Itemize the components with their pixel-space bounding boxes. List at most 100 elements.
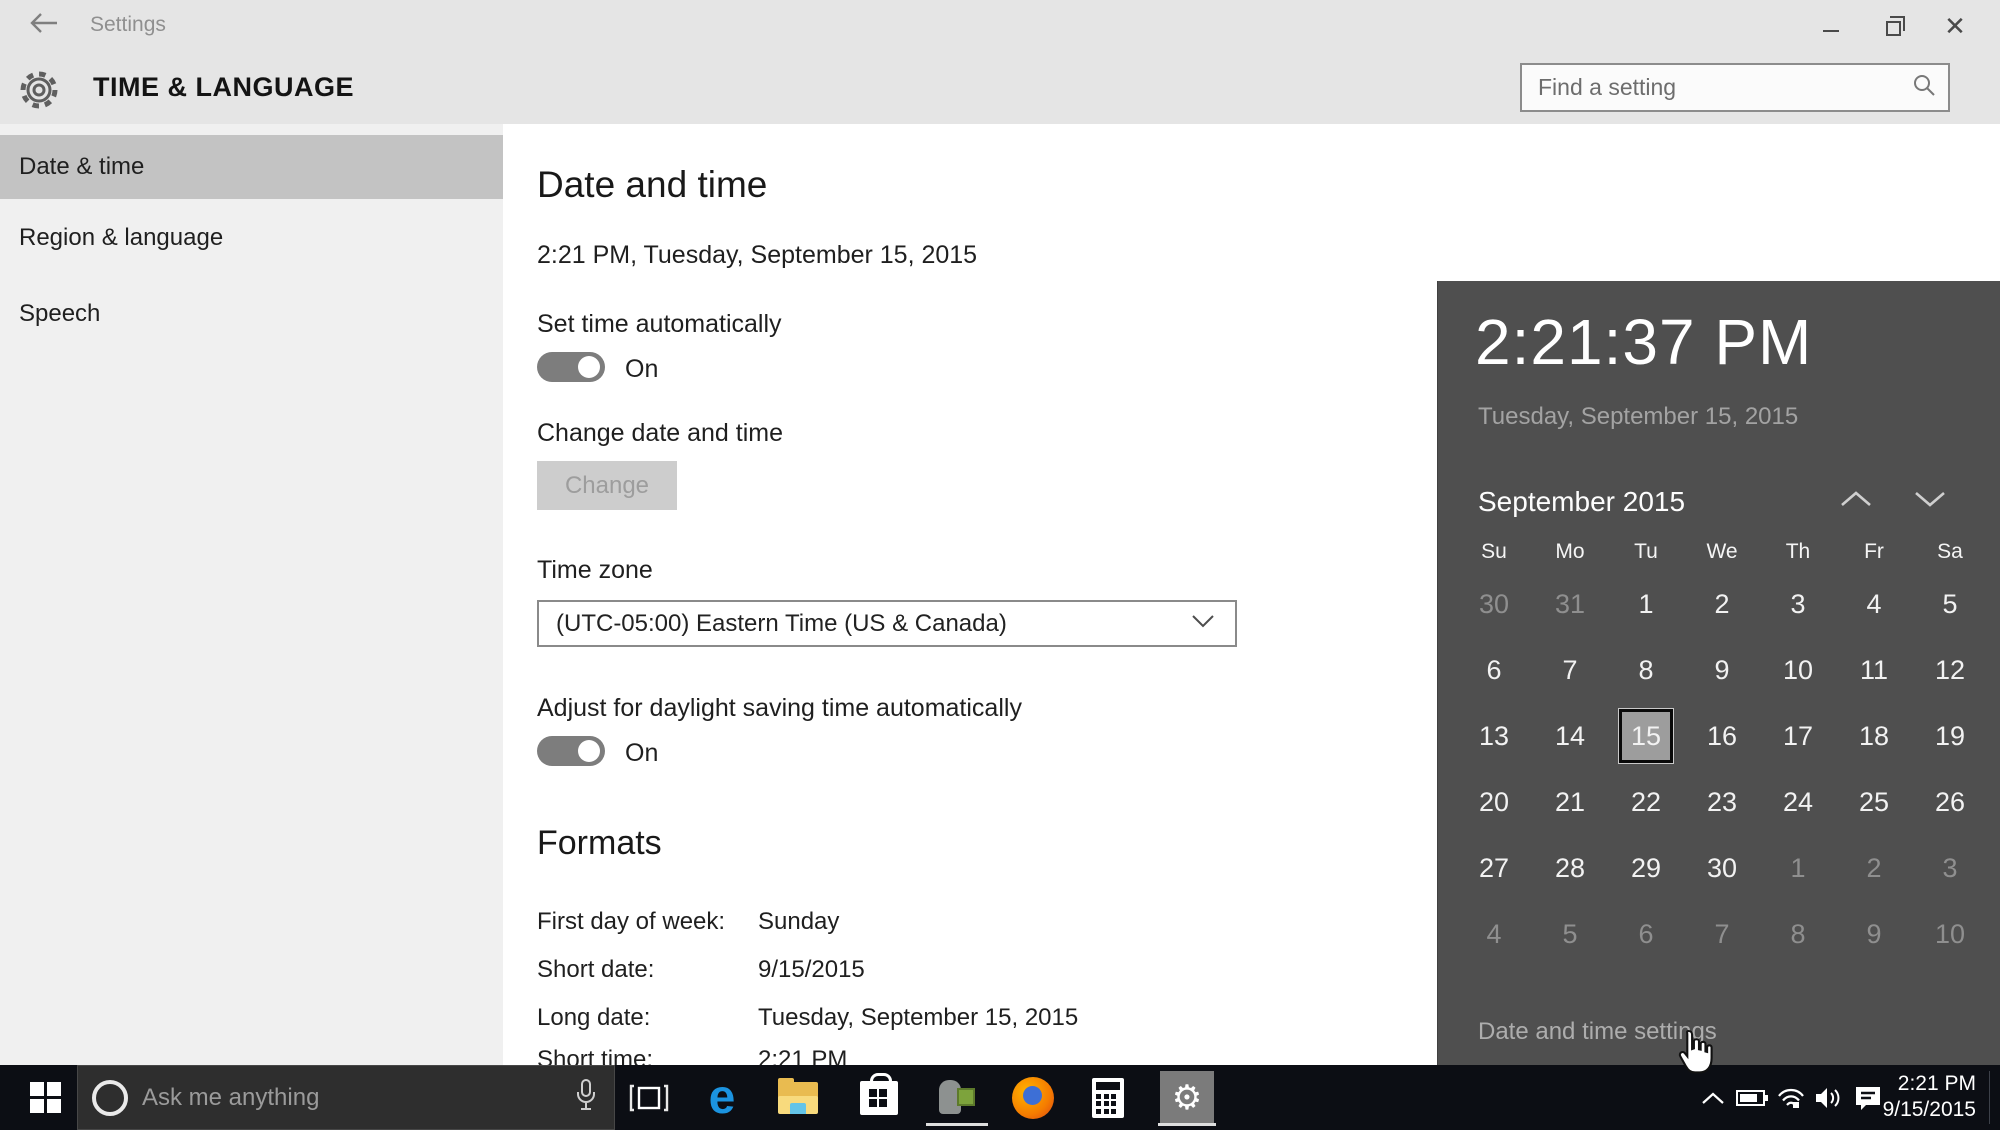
store-icon bbox=[860, 1072, 898, 1115]
start-button[interactable] bbox=[14, 1065, 76, 1130]
calendar-day[interactable]: 25 bbox=[1836, 769, 1912, 835]
calendar-day[interactable]: 7 bbox=[1532, 637, 1608, 703]
settings-taskbar-button[interactable]: ⚙ bbox=[1160, 1071, 1214, 1124]
calendar-day[interactable]: 6 bbox=[1456, 637, 1532, 703]
toggle-knob bbox=[578, 356, 600, 378]
firefox-taskbar-button[interactable] bbox=[1003, 1065, 1063, 1130]
calendar-day[interactable]: 31 bbox=[1532, 571, 1608, 637]
calendar-day[interactable]: 18 bbox=[1836, 703, 1912, 769]
dst-label: Adjust for daylight saving time automati… bbox=[537, 694, 1022, 722]
page-title: TIME & LANGUAGE bbox=[93, 72, 354, 102]
calendar-day[interactable]: 17 bbox=[1760, 703, 1836, 769]
calendar-day-header: We bbox=[1706, 540, 1738, 563]
task-view-button[interactable] bbox=[626, 1065, 672, 1130]
sidebar-item-region-language[interactable]: Region & language bbox=[0, 206, 503, 270]
calendar-day[interactable]: 12 bbox=[1912, 637, 1988, 703]
calendar-day[interactable]: 16 bbox=[1684, 703, 1760, 769]
cortana-icon bbox=[92, 1079, 128, 1116]
wifi-icon[interactable] bbox=[1771, 1065, 1811, 1130]
calculator-taskbar-button[interactable] bbox=[1078, 1065, 1138, 1130]
edge-taskbar-button[interactable]: e bbox=[692, 1065, 752, 1130]
calendar-prev-month-button[interactable] bbox=[1836, 484, 1876, 514]
close-button[interactable]: ✕ bbox=[1924, 0, 1986, 52]
calendar-month-header[interactable]: September 2015 bbox=[1478, 486, 1685, 518]
minimize-icon bbox=[1823, 30, 1839, 32]
calendar-day[interactable]: 13 bbox=[1456, 703, 1532, 769]
set-time-auto-toggle[interactable] bbox=[537, 352, 605, 382]
calendar-day[interactable]: 20 bbox=[1456, 769, 1532, 835]
calendar-day[interactable]: 27 bbox=[1456, 835, 1532, 901]
calendar-grid: Su Mo Tu We Th Fr Sa 30 31 1 2 3 4 5 6 7 8 9 10 11 12 13 14 15 1… bbox=[1456, 533, 1988, 967]
toggle-knob bbox=[578, 740, 600, 762]
settings-gear-icon bbox=[16, 67, 62, 118]
calendar-day-selected[interactable]: 15 bbox=[1608, 703, 1684, 769]
calendar-day-header: Th bbox=[1785, 540, 1811, 563]
calendar-day[interactable]: 2 bbox=[1836, 835, 1912, 901]
calendar-day[interactable]: 3 bbox=[1760, 571, 1836, 637]
firefox-icon bbox=[1012, 1076, 1054, 1119]
back-button[interactable] bbox=[24, 8, 64, 44]
search-icon[interactable] bbox=[1912, 73, 1936, 102]
microphone-icon[interactable] bbox=[574, 1078, 598, 1117]
calendar-day[interactable]: 19 bbox=[1912, 703, 1988, 769]
calendar-day[interactable]: 1 bbox=[1608, 571, 1684, 637]
close-icon: ✕ bbox=[1944, 11, 1966, 41]
settings-icon: ⚙ bbox=[1171, 1078, 1203, 1117]
calendar-day[interactable]: 24 bbox=[1760, 769, 1836, 835]
taskbar-clock[interactable]: 2:21 PM 9/15/2015 bbox=[1883, 1071, 1976, 1123]
current-datetime: 2:21 PM, Tuesday, September 15, 2015 bbox=[537, 241, 978, 269]
calendar-day[interactable]: 3 bbox=[1912, 835, 1988, 901]
find-setting-searchbox[interactable] bbox=[1520, 63, 1950, 112]
chevron-down-icon bbox=[1191, 614, 1215, 633]
calendar-day[interactable]: 10 bbox=[1912, 901, 1988, 967]
sidebar-item-date-time[interactable]: Date & time bbox=[0, 135, 503, 199]
calendar-next-month-button[interactable] bbox=[1910, 484, 1950, 514]
search-input[interactable] bbox=[1522, 74, 1912, 101]
calendar-day[interactable]: 5 bbox=[1532, 901, 1608, 967]
minimize-button[interactable] bbox=[1800, 0, 1862, 52]
change-button[interactable]: Change bbox=[537, 461, 677, 510]
calendar-day[interactable]: 14 bbox=[1532, 703, 1608, 769]
calendar-day[interactable]: 21 bbox=[1532, 769, 1608, 835]
calendar-day-header: Su bbox=[1481, 540, 1507, 563]
calendar-day[interactable]: 23 bbox=[1684, 769, 1760, 835]
calendar-day[interactable]: 29 bbox=[1608, 835, 1684, 901]
time-zone-dropdown[interactable]: (UTC-05:00) Eastern Time (US & Canada) bbox=[537, 600, 1237, 647]
calendar-day[interactable]: 4 bbox=[1456, 901, 1532, 967]
volume-icon[interactable] bbox=[1808, 1065, 1848, 1130]
calendar-day[interactable]: 1 bbox=[1760, 835, 1836, 901]
calendar-day[interactable]: 6 bbox=[1608, 901, 1684, 967]
calendar-day[interactable]: 5 bbox=[1912, 571, 1988, 637]
restore-button[interactable] bbox=[1862, 0, 1924, 52]
calendar-day[interactable]: 7 bbox=[1684, 901, 1760, 967]
calendar-day[interactable]: 30 bbox=[1456, 571, 1532, 637]
file-explorer-taskbar-button[interactable] bbox=[768, 1065, 828, 1130]
calendar-day[interactable]: 8 bbox=[1608, 637, 1684, 703]
calendar-day[interactable]: 8 bbox=[1760, 901, 1836, 967]
tray-date: 9/15/2015 bbox=[1882, 1098, 1976, 1121]
calendar-day[interactable]: 4 bbox=[1836, 571, 1912, 637]
dst-toggle[interactable] bbox=[537, 736, 605, 766]
calendar-day[interactable]: 11 bbox=[1836, 637, 1912, 703]
calendar-day[interactable]: 26 bbox=[1912, 769, 1988, 835]
calendar-day[interactable]: 30 bbox=[1684, 835, 1760, 901]
edge-icon: e bbox=[708, 1070, 736, 1124]
battery-icon[interactable] bbox=[1732, 1065, 1772, 1130]
cortana-search-box[interactable]: Ask me anything bbox=[77, 1065, 615, 1130]
time-zone-value: (UTC-05:00) Eastern Time (US & Canada) bbox=[556, 609, 1007, 637]
store-taskbar-button[interactable] bbox=[849, 1065, 909, 1130]
calendar-day[interactable]: 28 bbox=[1532, 835, 1608, 901]
game-taskbar-button[interactable] bbox=[927, 1065, 987, 1130]
calendar-day[interactable]: 2 bbox=[1684, 571, 1760, 637]
section-heading: Date and time bbox=[537, 164, 768, 205]
calendar-day-header: Tu bbox=[1634, 540, 1658, 563]
settings-sidebar: Date & time Region & language Speech bbox=[0, 124, 503, 1065]
calendar-day[interactable]: 9 bbox=[1836, 901, 1912, 967]
sidebar-item-speech[interactable]: Speech bbox=[0, 282, 503, 346]
calendar-day[interactable]: 9 bbox=[1684, 637, 1760, 703]
calendar-day[interactable]: 10 bbox=[1760, 637, 1836, 703]
format-row-label: Short date: bbox=[537, 956, 655, 983]
time-zone-label: Time zone bbox=[537, 556, 653, 584]
calendar-day[interactable]: 22 bbox=[1608, 769, 1684, 835]
show-desktop-separator[interactable] bbox=[1989, 1071, 1990, 1124]
